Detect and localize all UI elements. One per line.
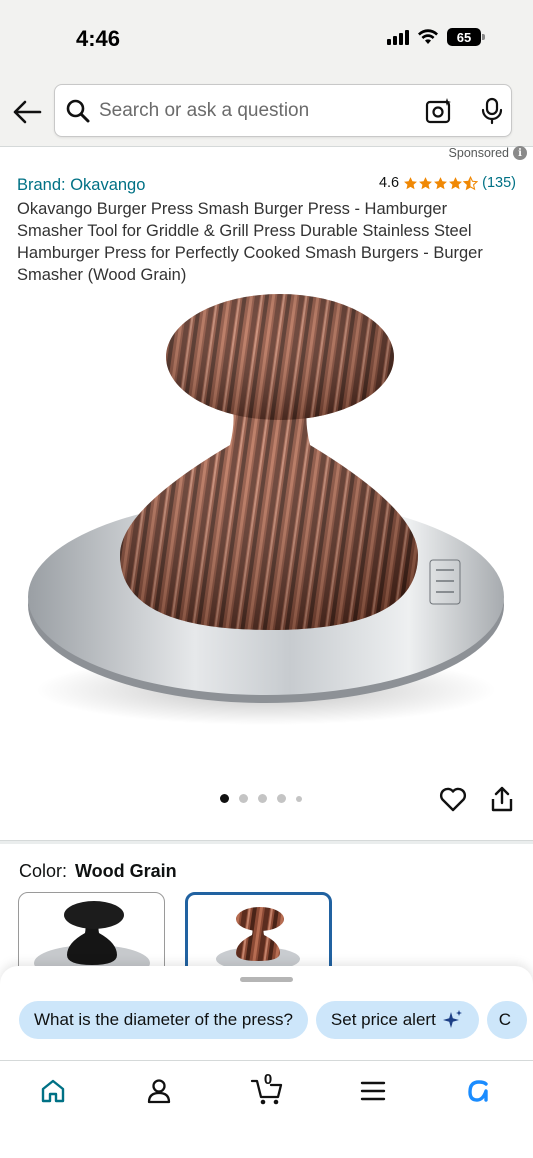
star-half-icon (463, 175, 479, 190)
star-icon (449, 176, 463, 189)
carousel-dot[interactable] (296, 795, 302, 802)
color-selected-value: Wood Grain (75, 861, 177, 881)
heart-icon[interactable] (438, 784, 468, 814)
search-header (0, 75, 533, 147)
share-icon[interactable] (488, 784, 516, 814)
cellular-signal-icon (387, 29, 409, 45)
sheet-grabber[interactable] (240, 977, 293, 982)
battery-icon: 65 (447, 28, 485, 46)
carousel-dot[interactable] (239, 794, 248, 803)
status-bar: 4:46 65 (0, 0, 533, 75)
rating-count: (135) (482, 175, 516, 191)
tab-menu[interactable] (353, 1075, 393, 1107)
battery-level: 65 (456, 29, 472, 45)
tab-home[interactable] (33, 1075, 73, 1107)
cart-count: 0 (263, 1071, 273, 1088)
search-box[interactable] (54, 84, 512, 137)
bottom-tab-bar: 0 (0, 1060, 533, 1158)
carousel-dot[interactable] (258, 794, 267, 803)
menu-icon (360, 1081, 386, 1101)
rufus-icon (468, 1080, 488, 1102)
star-icon (419, 176, 433, 189)
suggestions-sheet: What is the diameter of the press? Set p… (0, 966, 533, 1061)
color-label-text: Color: (19, 861, 68, 881)
tab-cart[interactable]: 0 (248, 1071, 288, 1107)
suggestion-chips: What is the diameter of the press? Set p… (19, 1001, 527, 1039)
microphone-icon[interactable] (479, 97, 505, 125)
carousel-dot[interactable] (277, 794, 286, 803)
suggestion-chip-price-alert[interactable]: Set price alert (315, 1001, 479, 1039)
product-title: Okavango Burger Press Smash Burger Press… (17, 200, 483, 284)
rating-value: 4.6 (378, 175, 400, 191)
sponsored-text: Sponsored (448, 146, 509, 160)
tab-rufus[interactable] (459, 1075, 499, 1107)
tab-account[interactable] (139, 1075, 179, 1107)
search-input[interactable] (99, 85, 419, 136)
brand-link[interactable]: Brand: Okavango (17, 176, 145, 195)
image-carousel-dots[interactable] (220, 794, 302, 803)
sparkle-icon (442, 1010, 462, 1028)
camera-icon[interactable] (425, 97, 453, 125)
star-icon (434, 176, 448, 189)
status-time: 4:46 (76, 26, 121, 51)
star-rating (403, 175, 479, 191)
suggestion-chip-partial[interactable]: C (486, 1001, 527, 1039)
chip-label: Set price alert (330, 1010, 436, 1029)
carousel-dot-active[interactable] (220, 794, 229, 803)
wifi-icon (418, 29, 438, 44)
sponsored-label: Sponsored i (449, 146, 527, 160)
suggestion-chip-diameter[interactable]: What is the diameter of the press? (19, 1001, 308, 1039)
star-icon (404, 176, 418, 189)
chip-label: What is the diameter of the press? (34, 1010, 293, 1029)
info-icon[interactable]: i (513, 146, 527, 160)
status-icons: 65 (387, 28, 485, 46)
search-icon (66, 99, 90, 123)
section-divider (0, 840, 533, 844)
account-icon (147, 1079, 171, 1104)
color-label: Color: Wood Grain (19, 861, 177, 882)
back-arrow-icon[interactable] (10, 95, 44, 129)
chip-label: C (498, 1010, 512, 1029)
product-image[interactable] (0, 285, 533, 760)
rating-row[interactable]: 4.6 (135) (379, 175, 516, 191)
home-icon (41, 1079, 65, 1103)
